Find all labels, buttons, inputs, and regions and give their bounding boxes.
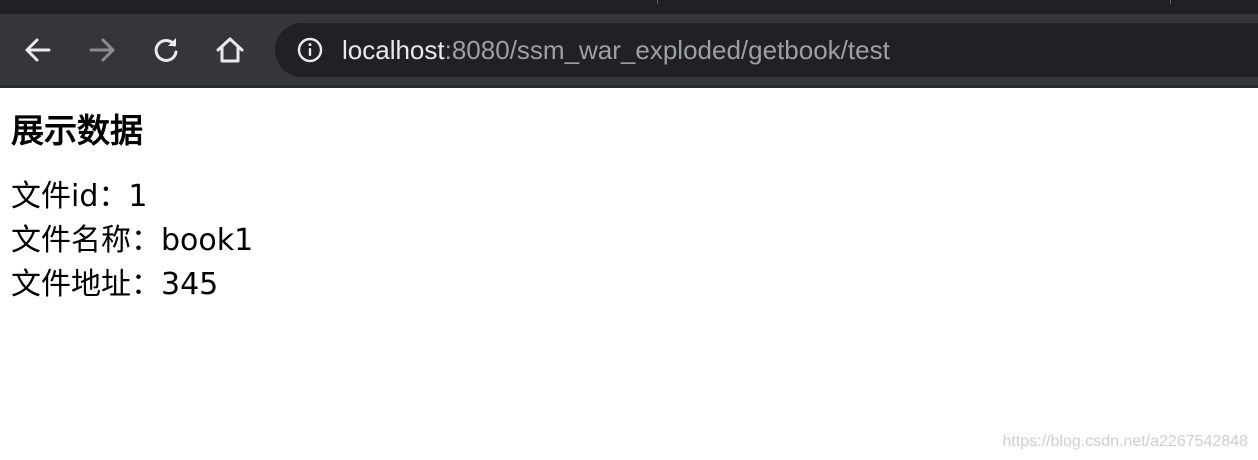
back-button[interactable] bbox=[22, 34, 54, 66]
home-icon bbox=[216, 37, 244, 63]
url-path: :8080/ssm_war_exploded/getbook/test bbox=[444, 35, 890, 65]
browser-toolbar: localhost:8080/ssm_war_exploded/getbook/… bbox=[0, 14, 1258, 85]
arrow-right-icon bbox=[89, 38, 115, 62]
forward-button[interactable] bbox=[86, 34, 118, 66]
file-name-value: book1 bbox=[161, 223, 254, 258]
row-file-name: 文件名称：book1 bbox=[11, 219, 1241, 263]
address-bar[interactable]: localhost:8080/ssm_war_exploded/getbook/… bbox=[275, 23, 1258, 77]
row-file-id: 文件id：1 bbox=[11, 175, 1241, 219]
row-file-address: 文件地址：345 bbox=[11, 263, 1241, 307]
url-text[interactable]: localhost:8080/ssm_war_exploded/getbook/… bbox=[342, 35, 890, 65]
tab-divider bbox=[657, 0, 658, 4]
tab-strip bbox=[0, 0, 1258, 14]
reload-button[interactable] bbox=[150, 34, 182, 66]
page-content: 展示数据 文件id：1 文件名称：book1 文件地址：345 bbox=[11, 88, 1241, 307]
data-list: 文件id：1 文件名称：book1 文件地址：345 bbox=[11, 175, 1241, 307]
file-id-value: 1 bbox=[128, 179, 148, 214]
home-button[interactable] bbox=[214, 34, 246, 66]
url-host: localhost bbox=[342, 35, 445, 65]
reload-icon bbox=[154, 38, 178, 62]
page-title: 展示数据 bbox=[11, 111, 143, 150]
info-icon[interactable] bbox=[297, 37, 323, 63]
watermark: https://blog.csdn.net/a2267542848 bbox=[1002, 433, 1248, 450]
file-id-label: 文件id： bbox=[11, 179, 129, 214]
arrow-left-icon bbox=[25, 38, 51, 62]
file-address-label: 文件地址： bbox=[11, 267, 161, 302]
file-address-value: 345 bbox=[161, 267, 219, 302]
file-name-label: 文件名称： bbox=[11, 223, 161, 258]
tab-divider bbox=[1170, 0, 1171, 4]
